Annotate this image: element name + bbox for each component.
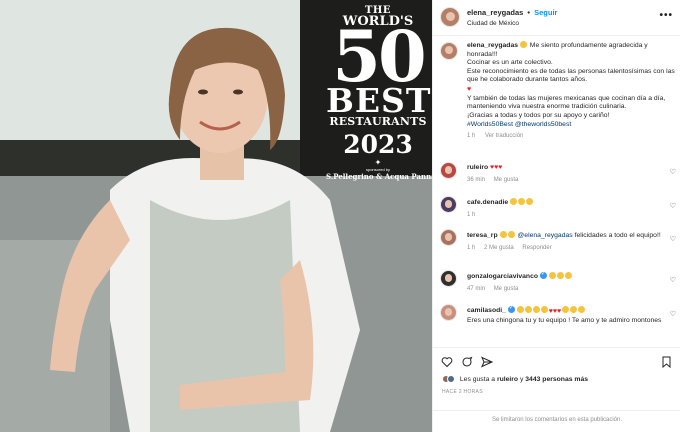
emoji-icon (526, 198, 534, 205)
logo-best: BEST (326, 81, 432, 120)
emoji-icon (510, 198, 518, 205)
liker-avatar (447, 375, 455, 383)
heart-emoji-icon: ♥ (467, 85, 472, 93)
caption-time: 1 h (467, 132, 476, 139)
share-send-icon[interactable] (481, 356, 493, 368)
emoji-icon (556, 272, 564, 279)
reply-button[interactable]: Responder (522, 245, 551, 251)
caption-line3: Este reconocimiento es de todas las pers… (467, 67, 675, 84)
commenter-username[interactable]: ruleiro (467, 164, 488, 171)
comment-like-count[interactable]: Me gusta (494, 177, 519, 183)
comment-like-count[interactable]: Me gusta (494, 286, 519, 292)
comment-bubble-icon[interactable] (461, 356, 473, 368)
comment-heart-icon[interactable]: ♡ (670, 310, 676, 318)
post-image[interactable]: THE WORLD'S 50 BEST RESTAURANTS 2023 ✦ s… (0, 0, 432, 432)
comment-text: Eres una chingona tu y tu equipo ! Te am… (467, 316, 662, 324)
post-action-bar (433, 347, 680, 375)
emoji-icon (562, 306, 570, 313)
comment-text: felicidades a todo el equipo!! (574, 232, 661, 239)
separator-dot: • (527, 8, 531, 17)
post-sidebar: elena_reygadas • Seguir Ciudad de México… (432, 0, 680, 432)
logo-restaurants: RESTAURANTS (329, 115, 427, 128)
comment-time: 36 min (467, 176, 486, 183)
comment-time: 1 h (467, 211, 476, 218)
caption-hashtags[interactable]: #Worlds50Best @theworlds50best (467, 121, 677, 130)
verified-badge-icon (539, 270, 547, 279)
comment-text: ♥♥♥ (490, 164, 503, 171)
caption-line2: Cocinar es un arte colectivo. (467, 59, 553, 67)
worlds-50-best-logo: THE WORLD'S 50 BEST RESTAURANTS 2023 ✦ s… (326, 6, 432, 182)
logo-fifty: 50 (332, 15, 426, 98)
verified-badge-icon (507, 304, 515, 313)
emoji-icon (519, 41, 527, 48)
caption-avatar[interactable] (440, 42, 458, 60)
commenter-avatar[interactable] (440, 270, 457, 287)
post-date: HACE 2 HORAS (442, 389, 483, 395)
post-location[interactable]: Ciudad de México (467, 20, 519, 27)
caption-translation[interactable]: Ver traducción (485, 133, 523, 139)
emoji-icon (548, 272, 556, 279)
like-heart-icon[interactable] (441, 356, 453, 368)
post-header: elena_reygadas • Seguir Ciudad de México… (433, 0, 680, 36)
likes-user[interactable]: ruleiro (497, 376, 518, 383)
likes-count[interactable]: 3443 personas más (525, 376, 588, 383)
caption-line5: ¡Gracias a todas y todos por su apoyo y … (467, 111, 610, 119)
commenter-avatar[interactable] (440, 304, 457, 321)
author-avatar[interactable] (440, 7, 460, 27)
emoji-icon (507, 231, 515, 238)
likes-summary[interactable]: Les gusta a ruleiro y 3443 personas más (442, 375, 674, 383)
commenter-avatar[interactable] (440, 196, 457, 213)
comment-heart-icon[interactable]: ♡ (670, 168, 676, 176)
follow-button[interactable]: Seguir (534, 8, 557, 17)
save-bookmark-icon[interactable] (661, 356, 672, 368)
comment-time: 1 h (467, 244, 476, 251)
likes-prefix: Les gusta a (459, 376, 496, 383)
commenter-avatar[interactable] (440, 162, 457, 179)
emoji-icon (578, 306, 586, 313)
comment-mention[interactable]: @elena_reygadas (517, 232, 572, 239)
comment-heart-icon[interactable]: ♡ (670, 276, 676, 284)
emoji-icon (524, 306, 532, 313)
commenter-username[interactable]: cafe.denadie (467, 199, 508, 206)
comment-like-count[interactable]: 2 Me gusta (484, 245, 514, 251)
commenter-username[interactable]: camilasodi_ (467, 307, 506, 314)
caption-line4: Y también de todas las mujeres mexicanas… (467, 94, 666, 111)
comments-limited-notice: Se limitaron los comentarios en esta pub… (433, 410, 680, 432)
emoji-icon (518, 198, 526, 205)
commenter-avatar[interactable] (440, 229, 457, 246)
emoji-icon (516, 306, 524, 313)
heart-emoji-icon: ♥♥♥ (548, 308, 562, 315)
logo-diamond: ✦ (374, 158, 382, 167)
emoji-icon (499, 231, 507, 238)
more-options-icon[interactable]: ••• (659, 10, 673, 21)
author-username[interactable]: elena_reygadas (467, 8, 523, 17)
commenter-username[interactable]: gonzalogarciavivanco (467, 273, 538, 280)
logo-sponsor: S.Pellegrino & Acqua Panna (326, 172, 432, 181)
emoji-icon (540, 306, 548, 313)
comment-heart-icon[interactable]: ♡ (670, 235, 676, 243)
likes-connector: y (519, 376, 524, 383)
logo-year: 2023 (343, 130, 413, 159)
emoji-icon (570, 306, 578, 313)
commenter-username[interactable]: teresa_rp (467, 232, 498, 239)
caption-username[interactable]: elena_reygadas (467, 42, 518, 49)
comment-heart-icon[interactable]: ♡ (670, 202, 676, 210)
emoji-icon (564, 272, 572, 279)
comment-time: 47 min (467, 285, 486, 292)
emoji-icon (532, 306, 540, 313)
